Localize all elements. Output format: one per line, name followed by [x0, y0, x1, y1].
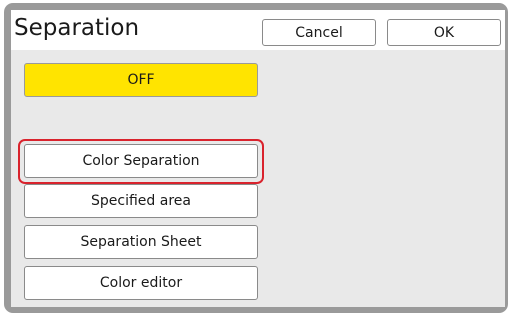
page-title: Separation — [14, 15, 140, 41]
ok-button[interactable]: OK — [387, 19, 501, 46]
separation-sheet-button[interactable]: Separation Sheet — [24, 225, 258, 259]
color-editor-button[interactable]: Color editor — [24, 266, 258, 300]
off-button[interactable]: OFF — [24, 63, 258, 97]
cancel-button[interactable]: Cancel — [262, 19, 376, 46]
specified-area-button[interactable]: Specified area — [24, 184, 258, 218]
color-separation-button[interactable]: Color Separation — [24, 144, 258, 178]
